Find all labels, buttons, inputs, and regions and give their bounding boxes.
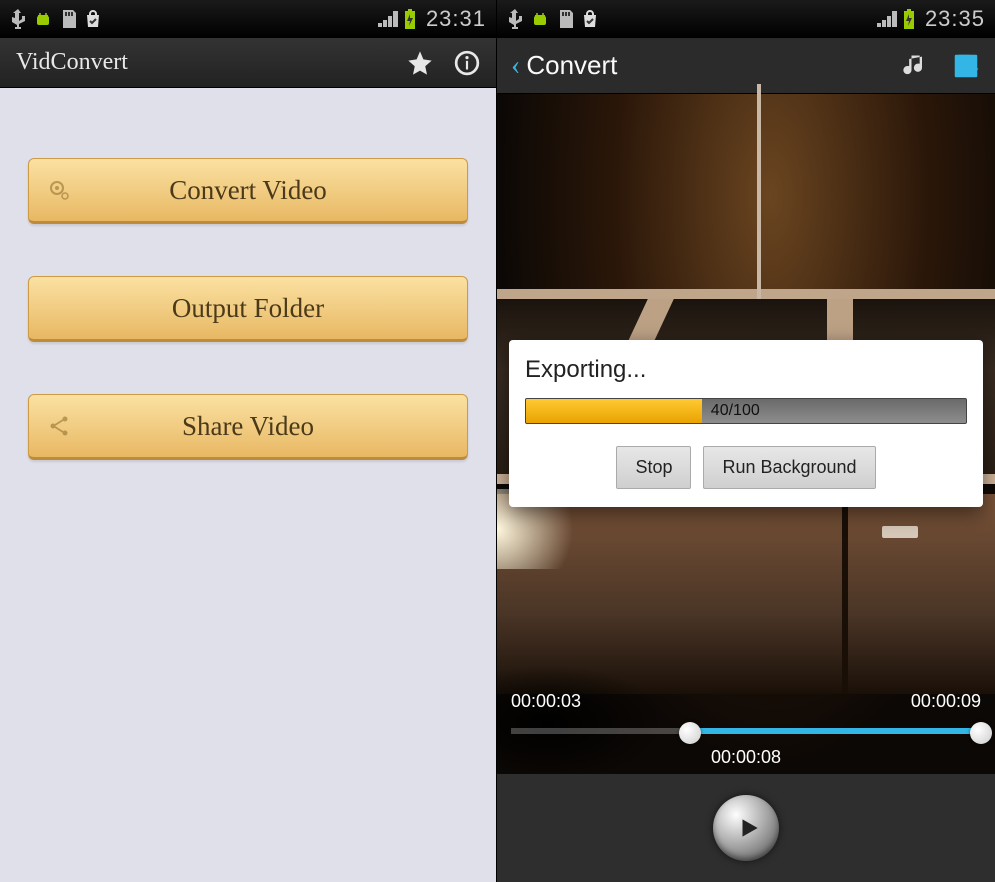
dialog-title: Exporting... [525, 356, 967, 384]
shop-bag-icon [581, 10, 599, 28]
save-icon[interactable] [951, 51, 981, 81]
status-bar: 23:35 [497, 0, 995, 38]
android-debug-icon [531, 10, 549, 28]
sd-card-icon [60, 10, 76, 28]
timeline-thumb-end[interactable] [970, 722, 992, 744]
signal-icon [877, 11, 897, 27]
screen-convert: 23:35 ‹ Convert [497, 0, 995, 882]
run-background-button[interactable]: Run Background [703, 446, 875, 489]
gear-icon [47, 178, 71, 202]
timeline-track[interactable] [511, 728, 981, 734]
progress-text: 40/100 [711, 402, 760, 420]
convert-app-bar: ‹ Convert [497, 38, 995, 94]
status-clock: 23:31 [426, 6, 486, 32]
button-label: Convert Video [89, 175, 407, 206]
main-menu: Convert Video Output Folder Share Video [0, 88, 496, 882]
sd-card-icon [557, 10, 573, 28]
convert-video-button[interactable]: Convert Video [28, 158, 468, 224]
stop-button[interactable]: Stop [616, 446, 691, 489]
timeline-selection [680, 728, 981, 734]
music-note-icon[interactable] [901, 52, 929, 80]
button-label: Output Folder [89, 293, 407, 324]
time-end: 00:00:09 [911, 691, 981, 712]
player-control-bar [497, 774, 995, 882]
back-button[interactable]: ‹ Convert [511, 50, 617, 81]
output-folder-button[interactable]: Output Folder [28, 276, 468, 342]
video-preview: Exporting... 40/100 Stop Run Background … [497, 94, 995, 774]
app-bar: VidConvert [0, 38, 496, 88]
progress-fill [526, 399, 702, 423]
shop-bag-icon [84, 10, 102, 28]
time-current: 00:00:03 [511, 691, 581, 712]
status-bar: 23:31 [0, 0, 496, 38]
play-button[interactable] [713, 795, 779, 861]
share-video-button[interactable]: Share Video [28, 394, 468, 460]
status-clock: 23:35 [925, 6, 985, 32]
play-icon [736, 815, 762, 841]
timeline-labels: 00:00:03 00:00:09 [511, 691, 981, 712]
share-icon [47, 414, 71, 438]
star-icon[interactable] [406, 49, 434, 77]
screen-main: 23:31 VidConvert Convert Video [0, 0, 497, 882]
timeline-thumb-label: 00:00:08 [711, 747, 781, 768]
export-dialog: Exporting... 40/100 Stop Run Background [509, 340, 983, 507]
page-title: Convert [526, 50, 617, 81]
export-progress-bar: 40/100 [525, 398, 967, 424]
usb-icon [10, 9, 26, 29]
signal-icon [378, 11, 398, 27]
button-label: Share Video [89, 411, 407, 442]
usb-icon [507, 9, 523, 29]
android-debug-icon [34, 10, 52, 28]
battery-charging-icon [903, 9, 915, 29]
app-title: VidConvert [16, 49, 128, 76]
battery-charging-icon [404, 9, 416, 29]
chevron-left-icon: ‹ [511, 52, 520, 80]
info-icon[interactable] [454, 50, 480, 76]
